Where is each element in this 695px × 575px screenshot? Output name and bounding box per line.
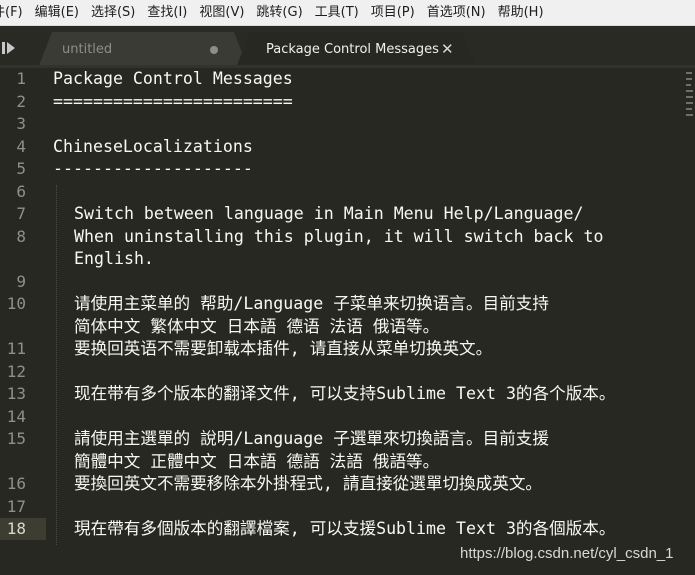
tab-scroll-left-button[interactable]	[2, 40, 30, 56]
tab-package-control-messages[interactable]: Package Control Messages ✕	[236, 32, 476, 68]
line-number: 14	[6, 407, 26, 426]
close-icon[interactable]: ✕	[441, 40, 454, 58]
line-number: 2	[16, 92, 26, 111]
minimap-line	[686, 102, 693, 104]
line-number: 7	[16, 204, 26, 223]
code-line: 请使用主菜单的 帮助/Language 子菜单来切换语言。目前支持	[74, 294, 549, 313]
menu-find[interactable]: 查找(I)	[141, 0, 193, 25]
code-line: ChineseLocalizations	[53, 137, 253, 156]
line-number: 6	[16, 182, 26, 201]
line-number: 13	[6, 384, 26, 403]
line-number: 17	[6, 497, 26, 516]
line-number: 11	[6, 339, 26, 358]
watermark-url: https://blog.csdn.net/cyl_csdn_1	[460, 545, 674, 562]
menu-tools[interactable]: 工具(T)	[309, 0, 365, 25]
menu-project[interactable]: 项目(P)	[365, 0, 421, 25]
code-line: 請使用主選單的 說明/Language 子選單來切換語言。目前支援	[74, 429, 549, 448]
code-line-wrapped: 簡體中文 正體中文 日本語 德語 法語 俄語等。	[74, 452, 440, 471]
line-number-gutter: 1 2 3 4 5 6 7 8 9 10 11 12 13 14 15 16 1…	[0, 68, 46, 575]
line-number: 16	[6, 474, 26, 493]
menu-help[interactable]: 帮助(H)	[492, 0, 550, 25]
code-line: 要換回英文不需要移除本外掛程式, 請直接從選單切換成英文。	[74, 474, 543, 493]
code-line: --------------------	[53, 159, 253, 178]
line-number: 5	[16, 159, 26, 178]
minimap-line	[686, 108, 692, 110]
line-number: 9	[16, 272, 26, 291]
code-line-wrapped: 简体中文 繁体中文 日本語 德语 法语 俄语等。	[74, 317, 440, 336]
minimap-line	[686, 96, 693, 98]
menu-goto[interactable]: 跳转(G)	[250, 0, 308, 25]
code-line: 要换回英语不需要卸载本插件, 请直接从菜单切换英文。	[74, 339, 493, 358]
minimap-line	[686, 84, 691, 86]
minimap-line	[686, 90, 693, 92]
code-line: 現在帶有多個版本的翻譯檔案, 可以支援Sublime Text 3的各個版本。	[74, 519, 616, 538]
minimap[interactable]	[686, 68, 695, 178]
menu-selection[interactable]: 选择(S)	[85, 0, 141, 25]
menu-bar: 件(F) 编辑(E) 选择(S) 查找(I) 视图(V) 跳转(G) 工具(T)…	[0, 0, 695, 26]
line-number-current: 18	[6, 519, 26, 538]
menu-preferences[interactable]: 首选项(N)	[421, 0, 492, 25]
bar-icon	[2, 42, 5, 54]
line-number: 15	[6, 429, 26, 448]
play-arrow-icon	[7, 42, 15, 54]
menu-file[interactable]: 件(F)	[0, 0, 29, 25]
line-number: 8	[16, 227, 26, 246]
tab-label: untitled	[62, 42, 113, 57]
line-number: 12	[6, 362, 26, 381]
tab-bar: untitled Package Control Messages ✕	[0, 26, 695, 68]
code-line-wrapped: English.	[74, 249, 154, 268]
minimap-line	[686, 114, 693, 116]
code-line: When uninstalling this plugin, it will s…	[74, 227, 604, 246]
menu-view[interactable]: 视图(V)	[193, 0, 250, 25]
unsaved-dot-icon[interactable]	[210, 46, 218, 54]
line-number: 4	[16, 137, 26, 156]
code-line: ========================	[53, 92, 293, 111]
minimap-line	[686, 78, 692, 80]
line-number: 10	[6, 294, 26, 313]
indent-guide	[56, 185, 58, 545]
tab-label: Package Control Messages	[266, 42, 439, 57]
code-line: Package Control Messages	[53, 69, 293, 88]
line-number: 1	[16, 69, 26, 88]
line-number: 3	[16, 114, 26, 133]
code-line: 现在带有多个版本的翻译文件, 可以支持Sublime Text 3的各个版本。	[74, 384, 616, 403]
minimap-line	[686, 72, 692, 74]
code-line: Switch between language in Main Menu Hel…	[74, 204, 584, 223]
menu-edit[interactable]: 编辑(E)	[29, 0, 85, 25]
tab-untitled[interactable]: untitled	[38, 32, 248, 68]
editor-area[interactable]: 1 2 3 4 5 6 7 8 9 10 11 12 13 14 15 16 1…	[0, 68, 695, 575]
